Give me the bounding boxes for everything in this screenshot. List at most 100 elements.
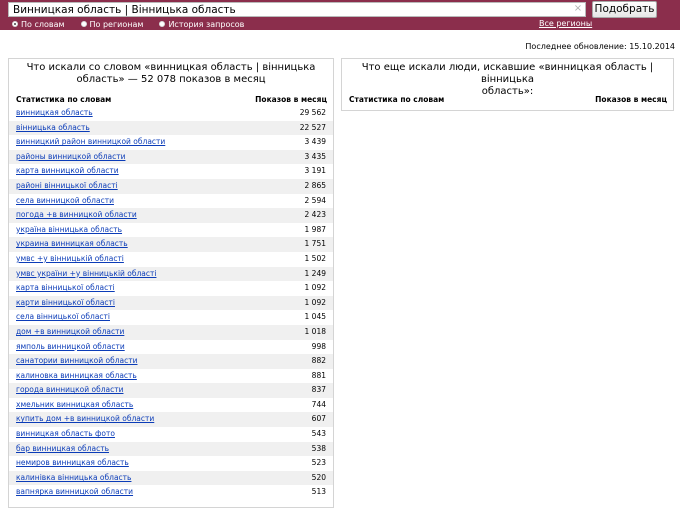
view-count: 543 [311,429,326,439]
related-words-panel: Что искали со словом «винницкая область … [8,58,334,508]
view-count: 744 [311,399,326,409]
table-row: вапнярка винницкой области 513 [9,485,333,500]
panel-title-line: Что искали со словом «винницкая область … [26,62,316,73]
view-count: 2 423 [304,210,326,220]
keyword-link[interactable]: калиновка винницкая область [16,369,137,384]
view-count: 1 502 [304,253,326,263]
table-row: винницкая область фото 543 [9,427,333,442]
table-row: винницкая область 29 562 [9,106,333,121]
mode-label: По словам [21,19,65,29]
view-count: 513 [311,487,326,497]
keyword-link[interactable]: карта винницкой области [16,164,119,179]
keyword-link[interactable]: винницкий район винницкой области [16,135,165,150]
view-count: 881 [311,370,326,380]
column-header-views: Показов в месяц [255,95,327,104]
view-count: 1 751 [304,239,326,249]
last-updated: Последнее обновление: 15.10.2014 [525,42,675,51]
table-row: винницкий район винницкой области 3 439 [9,135,333,150]
keyword-link[interactable]: карта вінницької області [16,281,115,296]
panel-title-line: Что еще искали люди, искавшие «винницкая… [361,62,654,85]
keyword-link[interactable]: купить дом +в винницкой области [16,412,154,427]
column-headers: Статистика по словам Показов в месяц [16,95,327,105]
keyword-link[interactable]: погода +в винницкой области [16,208,137,223]
clear-icon[interactable]: × [573,4,583,14]
mode-label: История запросов [168,19,245,29]
view-count: 520 [311,472,326,482]
view-count: 2 865 [304,180,326,190]
all-regions-link[interactable]: Все регионы [539,19,592,28]
mode-by-words[interactable]: По словам [12,20,65,29]
keyword-link[interactable]: села вінницької області [16,310,110,325]
keyword-link[interactable]: немиров винницкая область [16,456,129,471]
mode-by-regions[interactable]: По регионам [80,20,143,29]
table-row: хмельник винницкая область 744 [9,398,333,413]
keyword-link[interactable]: хмельник винницкая область [16,398,133,413]
table-row: немиров винницкая область 523 [9,456,333,471]
view-count: 1 249 [304,268,326,278]
table-row: україна вінницька область 1 987 [9,223,333,238]
keyword-link[interactable]: вапнярка винницкой области [16,485,133,500]
view-count: 882 [311,356,326,366]
view-count: 1 987 [304,224,326,234]
panel-title-line: область» — 52 078 показов в месяц [76,74,266,85]
also-searched-panel: Что еще искали люди, искавшие «винницкая… [341,58,674,111]
keyword-link[interactable]: вінницька область [16,121,90,136]
keyword-link[interactable]: україна вінницька область [16,223,122,238]
submit-button[interactable]: Подобрать [592,1,657,18]
keyword-link[interactable]: калинівка вінницька область [16,471,131,486]
view-count: 1 092 [304,297,326,307]
keyword-link[interactable]: винницкая область фото [16,427,115,442]
table-row: карта винницкой области 3 191 [9,164,333,179]
table-row: умвс україни +у вінницькій області 1 249 [9,266,333,282]
view-count: 3 191 [304,166,326,176]
view-count: 538 [311,443,326,453]
table-row: украина винницкая область 1 751 [9,237,333,252]
keyword-link[interactable]: города винницкой области [16,383,123,398]
table-row: районі вінницької області 2 865 [9,178,333,194]
view-count: 3 439 [304,137,326,147]
view-count: 607 [311,414,326,424]
view-count: 3 435 [304,151,326,161]
keyword-link[interactable]: бар винницкая область [16,442,109,457]
view-count: 837 [311,385,326,395]
keyword-link[interactable]: санатории винницкой области [16,354,138,369]
view-count: 1 092 [304,283,326,293]
table-row: погода +в винницкой области 2 423 [9,208,333,223]
column-header-views: Показов в месяц [595,95,667,104]
radio-icon[interactable] [80,21,87,27]
keyword-link[interactable]: ямполь винницкой области [16,340,125,355]
search-mode-group: По словам По регионам История запросов [12,19,260,29]
table-row: карта вінницької області 1 092 [9,281,333,296]
keyword-link[interactable]: районы винницкой области [16,150,125,165]
table-row: калинівка вінницька область 520 [9,470,333,486]
view-count: 2 594 [304,195,326,205]
search-input[interactable]: Винницкая область | Вінницька область [8,2,586,17]
keyword-link[interactable]: дом +в винницкой области [16,325,124,340]
keyword-link[interactable]: украина винницкая область [16,237,128,252]
view-count: 29 562 [299,108,326,117]
panel-title: Что еще искали люди, искавшие «винницкая… [342,59,673,98]
panel-title: Что искали со словом «винницкая область … [9,59,333,86]
keyword-link[interactable]: села винницкой области [16,194,114,209]
column-headers: Статистика по словам Показов в месяц [349,95,667,105]
table-row: села вінницької області 1 045 [9,310,333,325]
view-count: 1 018 [304,326,326,336]
table-row: бар винницкая область 538 [9,441,333,457]
radio-icon[interactable] [159,21,166,27]
view-count: 1 045 [304,312,326,322]
radio-selected-icon[interactable] [12,21,18,27]
table-row: районы винницкой области 3 435 [9,149,333,165]
keyword-link[interactable]: карти вінницької області [16,296,115,311]
keyword-link[interactable]: винницкая область [16,106,93,121]
table-row: ямполь винницкой области 998 [9,340,333,355]
keyword-link[interactable]: умвс +у вінницькій області [16,252,124,267]
keyword-link[interactable]: умвс україни +у вінницькій області [16,267,156,282]
table-row: дом +в винницкой области 1 018 [9,324,333,340]
view-count: 998 [311,341,326,351]
table-row: умвс +у вінницькій області 1 502 [9,252,333,267]
mode-history[interactable]: История запросов [159,20,244,29]
column-header-stats: Статистика по словам [16,95,112,104]
view-count: 22 527 [299,122,326,132]
keyword-link[interactable]: районі вінницької області [16,179,118,194]
table-row: города винницкой области 837 [9,383,333,398]
